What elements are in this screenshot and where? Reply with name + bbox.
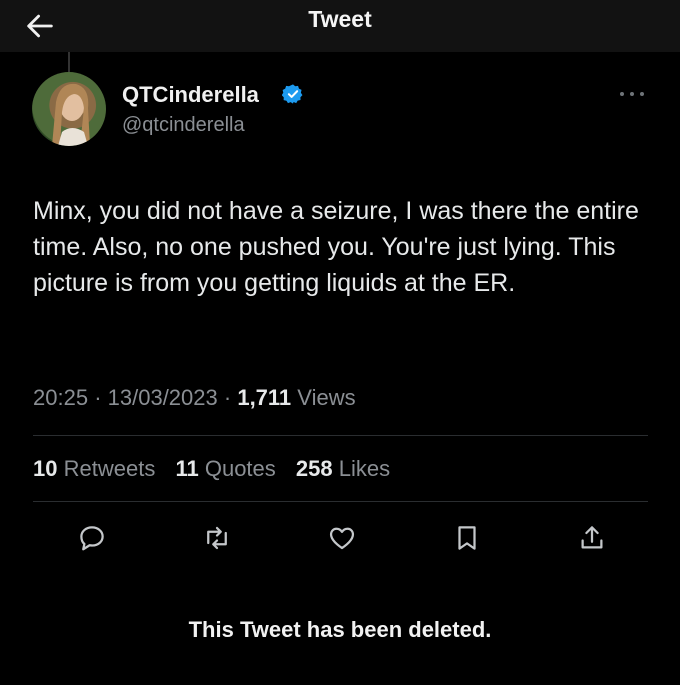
more-horizontal-icon	[620, 92, 644, 96]
more-options-button[interactable]	[612, 84, 652, 104]
retweets-label: Retweets	[63, 456, 156, 481]
heart-icon	[329, 527, 355, 550]
tweet-date[interactable]: 13/03/2023	[108, 385, 218, 410]
tweet-meta: 20:25 · 13/03/2023 · 1,711 Views	[33, 385, 356, 411]
retweet-icon	[207, 526, 227, 550]
tweet-text: Minx, you did not have a seizure, I was …	[33, 197, 639, 297]
author-handle[interactable]: @qtcinderella	[122, 114, 245, 137]
quotes-stat[interactable]: 11 Quotes	[175, 456, 275, 481]
top-bar: Tweet	[0, 0, 680, 52]
retweet-button[interactable]	[197, 522, 237, 554]
retweets-stat[interactable]: 10 Retweets	[33, 456, 155, 481]
likes-stat[interactable]: 258 Likes	[296, 456, 390, 481]
divider	[33, 501, 648, 502]
tweet-stats: 10 Retweets 11 Quotes 258 Likes	[33, 456, 404, 482]
reply-button[interactable]	[72, 522, 112, 554]
bookmark-icon	[458, 526, 476, 550]
deleted-tweet-notice: This Tweet has been deleted.	[188, 617, 492, 642]
avatar[interactable]	[32, 72, 106, 146]
views-count: 1,711	[237, 385, 292, 410]
action-bar	[72, 522, 612, 554]
meta-separator: ·	[223, 385, 232, 410]
verified-badge-icon	[282, 84, 303, 104]
quotes-label: Quotes	[204, 456, 276, 481]
share-icon	[581, 526, 603, 549]
like-button[interactable]	[322, 522, 362, 554]
likes-count: 258	[295, 456, 333, 481]
author-display-name[interactable]: QTCinderella	[122, 82, 259, 108]
bookmark-button[interactable]	[447, 522, 487, 554]
reply-icon	[80, 526, 104, 551]
divider	[33, 435, 648, 436]
tweet-time[interactable]: 20:25	[33, 385, 88, 410]
avatar-photo	[52, 83, 90, 146]
meta-separator: ·	[94, 385, 102, 410]
retweets-count: 10	[33, 456, 58, 481]
views-label: Views	[297, 385, 356, 410]
page-title: Tweet	[308, 6, 372, 32]
likes-label: Likes	[338, 456, 391, 481]
quotes-count: 11	[175, 456, 199, 481]
share-button[interactable]	[572, 522, 612, 554]
thread-connector-line	[68, 52, 70, 72]
